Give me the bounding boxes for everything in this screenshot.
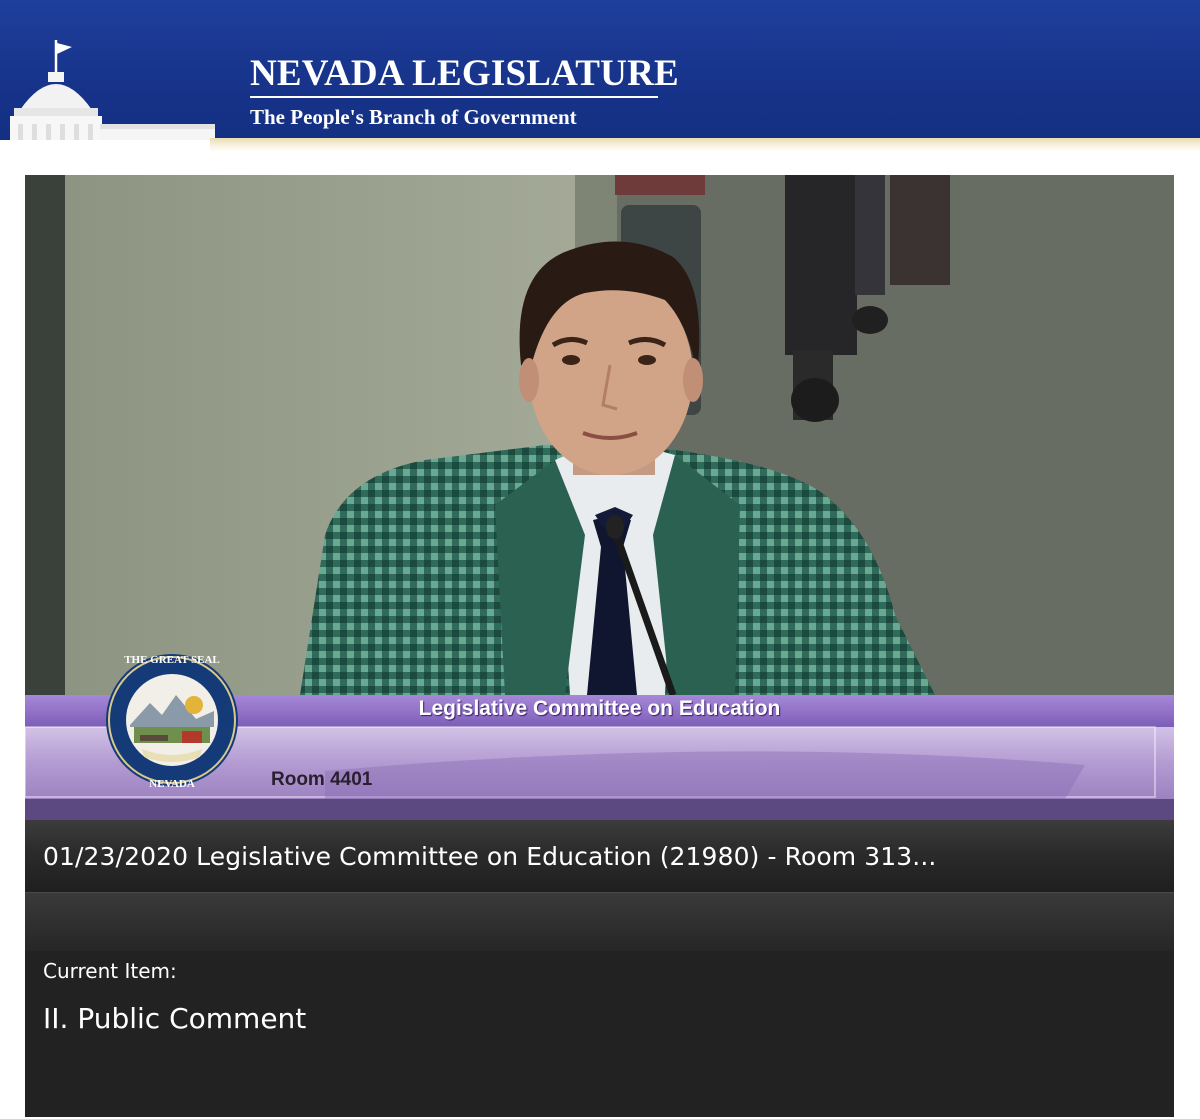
meeting-title-bar: 01/23/2020 Legislative Committee on Educ…: [25, 820, 1174, 892]
lower-third-room: Room 4401: [271, 769, 373, 790]
header-gold-line: [210, 138, 1200, 152]
meeting-title[interactable]: 01/23/2020 Legislative Committee on Educ…: [43, 842, 936, 871]
current-item-panel: Current Item: II. Public Comment: [25, 892, 1174, 1117]
capitol-building-logo: [10, 40, 215, 140]
svg-text:NEVADA: NEVADA: [149, 778, 195, 790]
panel-highlight: [25, 893, 1174, 951]
current-item-label: Current Item:: [43, 959, 177, 983]
svg-text:THE GREAT SEAL: THE GREAT SEAL: [124, 654, 220, 666]
video-player[interactable]: THE GREAT SEAL NEVADA Legislative Commit…: [25, 175, 1174, 820]
title-rule: [250, 96, 658, 98]
current-item-value: II. Public Comment: [43, 1002, 307, 1035]
lower-third-title: Legislative Committee on Education: [418, 697, 781, 720]
site-header: NEVADA LEGISLATURE The People's Branch o…: [0, 0, 1200, 140]
site-title[interactable]: NEVADA LEGISLATURE: [250, 52, 679, 95]
site-subtitle: The People's Branch of Government: [250, 105, 577, 129]
